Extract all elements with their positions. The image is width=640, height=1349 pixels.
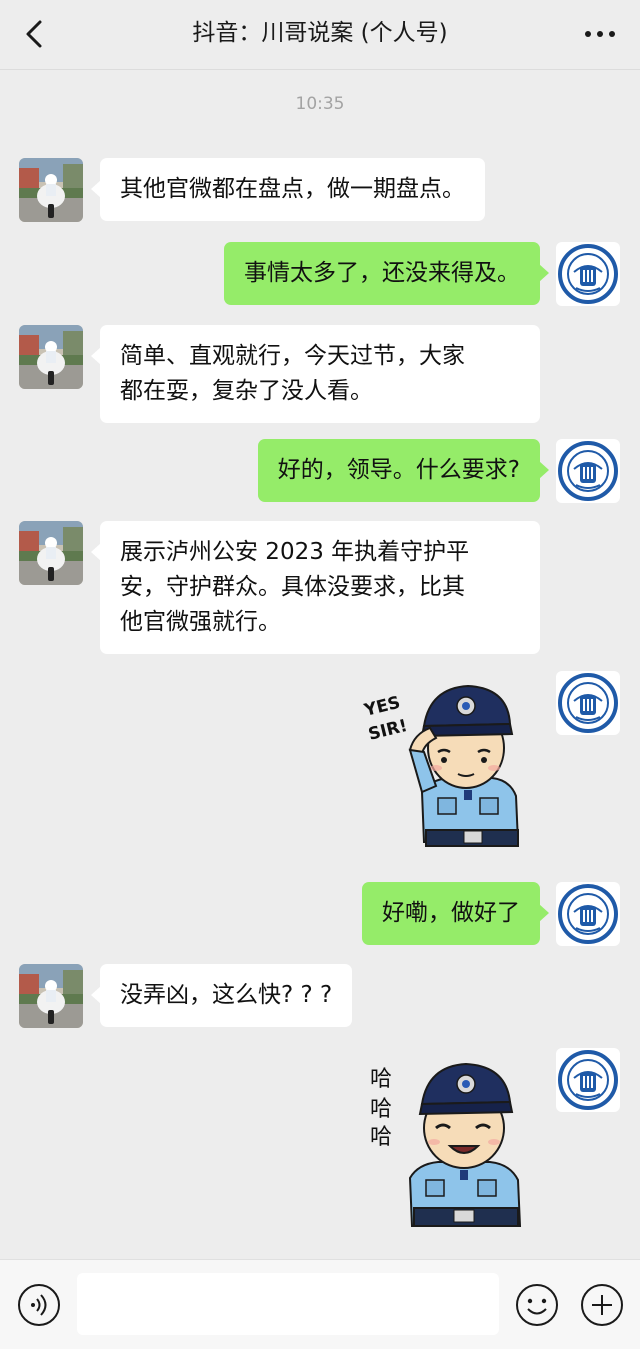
emoji-button[interactable]: [515, 1283, 559, 1327]
police-emblem-avatar-icon: [556, 882, 620, 946]
my-avatar[interactable]: [556, 242, 620, 306]
message-bubble-outgoing[interactable]: 好嘞，做好了: [362, 882, 549, 945]
motorcycle-police-avatar-icon: [19, 325, 83, 389]
chevron-left-icon: [26, 20, 42, 48]
sticker-saluting-police-officer[interactable]: YES SIR!: [352, 672, 542, 862]
message-bubble-incoming[interactable]: 简单、直观就行，今天过节，大家 都在耍，复杂了没人看。: [91, 325, 540, 423]
more-button[interactable]: [582, 20, 618, 48]
message-bubble-outgoing[interactable]: 事情太多了，还没来得及。: [224, 242, 549, 305]
police-emblem-avatar-icon: [556, 1048, 620, 1112]
sticker-laughing-police-officer[interactable]: 哈 哈 哈: [360, 1048, 542, 1238]
police-emblem-avatar-icon: [556, 242, 620, 306]
message-timestamp: 10:35: [295, 94, 345, 114]
motorcycle-police-avatar-icon: [19, 521, 83, 585]
my-avatar[interactable]: [556, 1048, 620, 1112]
police-emblem-avatar-icon: [556, 439, 620, 503]
message-input[interactable]: [77, 1273, 499, 1335]
svg-text:YES: YES: [361, 693, 402, 721]
more-actions-button[interactable]: [580, 1283, 624, 1327]
sender-avatar[interactable]: [19, 325, 83, 389]
message-bubble-outgoing[interactable]: 好的，领导。什么要求?: [257, 439, 550, 502]
plus-icon: [581, 1284, 623, 1326]
my-avatar[interactable]: [556, 439, 620, 503]
my-avatar[interactable]: [556, 882, 620, 946]
motorcycle-police-avatar-icon: [19, 964, 83, 1028]
back-button[interactable]: [18, 16, 54, 52]
voice-button[interactable]: [17, 1283, 61, 1327]
my-avatar[interactable]: [556, 671, 620, 735]
emoji-icon: [516, 1284, 558, 1326]
sender-avatar[interactable]: [19, 521, 83, 585]
laughing-police-officer-icon: 哈 哈 哈: [370, 1062, 522, 1227]
motorcycle-police-avatar-icon: [19, 158, 83, 222]
message-bubble-incoming[interactable]: 没弄凶，这么快? ? ?: [90, 964, 353, 1027]
sender-avatar[interactable]: [19, 158, 83, 222]
chat-title: 抖音：川哥说案 (个人号): [192, 20, 448, 46]
voice-icon: [18, 1284, 60, 1326]
svg-text:SIR!: SIR!: [366, 716, 409, 745]
svg-text:哈: 哈: [370, 1125, 392, 1150]
svg-text:哈: 哈: [370, 1097, 392, 1122]
message-bubble-incoming[interactable]: 展示泸州公安 2023 年执着守护平 安，守护群众。具体没要求，比其 他官微强就…: [91, 521, 540, 654]
ellipsis-icon: [585, 31, 615, 37]
message-composer: [0, 1259, 640, 1349]
svg-text:哈: 哈: [370, 1067, 392, 1092]
saluting-police-officer-icon: YES SIR!: [361, 684, 520, 847]
chat-header: 抖音：川哥说案 (个人号): [0, 0, 640, 70]
police-emblem-avatar-icon: [556, 671, 620, 735]
sender-avatar[interactable]: [19, 964, 83, 1028]
message-bubble-incoming[interactable]: 其他官微都在盘点，做一期盘点。: [91, 158, 485, 221]
